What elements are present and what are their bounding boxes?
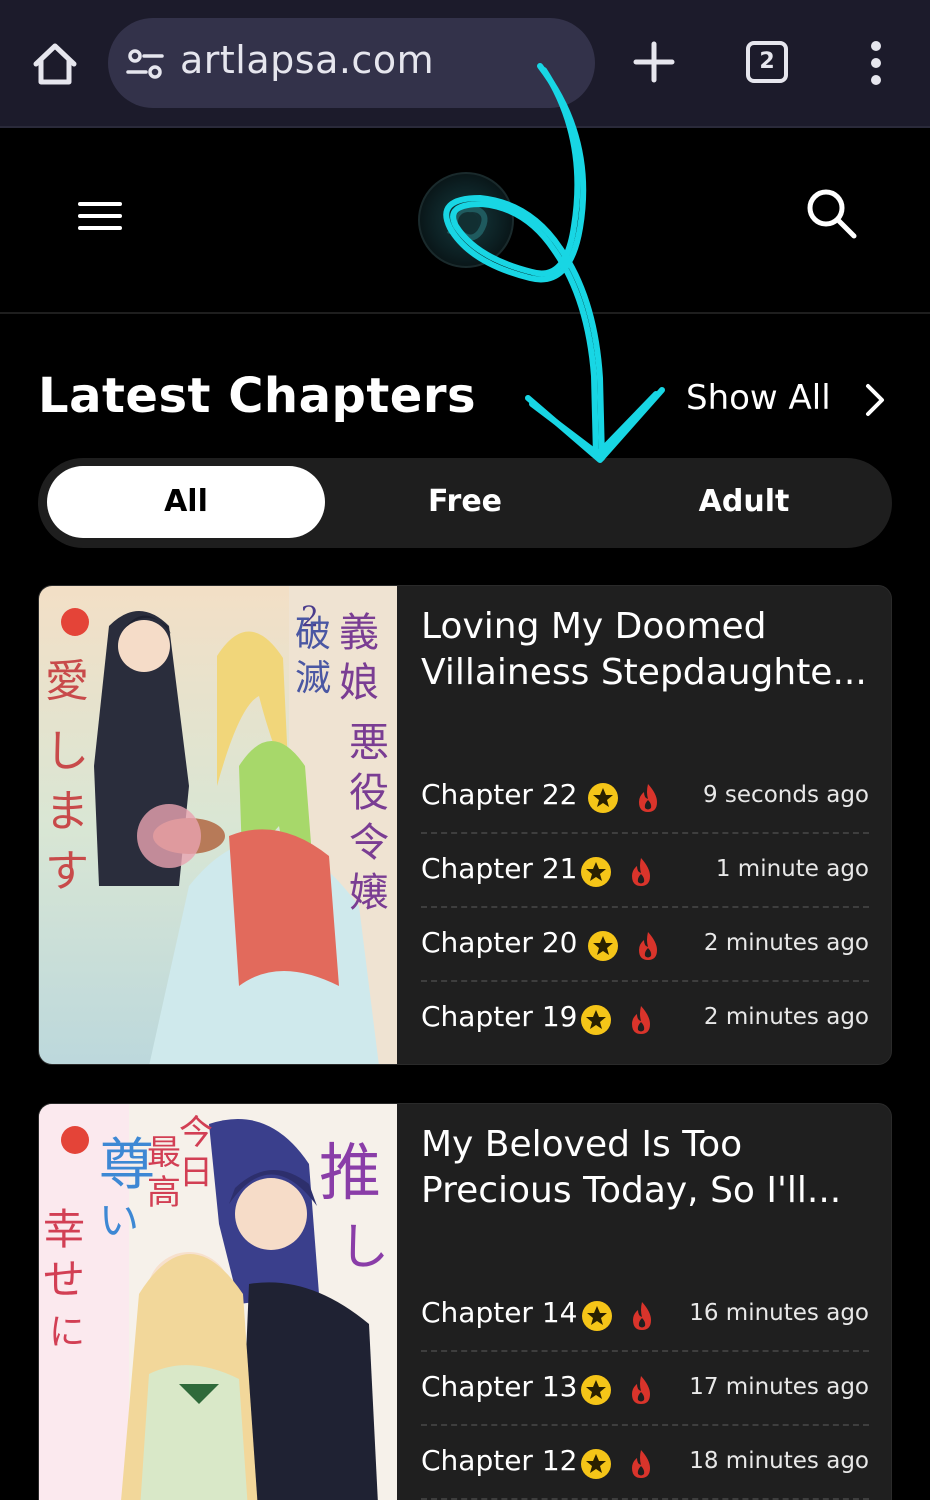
chapter-time: 16 minutes ago — [689, 1300, 869, 1326]
chapter-label: Chapter 12 — [421, 1444, 578, 1477]
svg-text:滅: 滅 — [295, 658, 331, 699]
star-badge-icon — [582, 1301, 612, 1331]
chapter-time: 1 minute ago — [715, 856, 869, 882]
tune-icon[interactable] — [126, 48, 164, 80]
svg-text:尊: 尊 — [99, 1133, 155, 1198]
svg-text:幸: 幸 — [43, 1205, 85, 1254]
svg-text:す: す — [45, 846, 89, 897]
svg-text:し: し — [45, 726, 89, 777]
address-bar[interactable]: artlapsa.com — [108, 18, 595, 108]
fire-badge-icon — [632, 1450, 650, 1478]
tab-all[interactable]: All — [47, 466, 325, 538]
chapter-label: Chapter 14 — [421, 1296, 578, 1329]
chapter-row[interactable]: Chapter 13 17 minutes ago — [421, 1352, 869, 1426]
fire-badge-icon — [639, 932, 657, 960]
hamburger-icon[interactable] — [78, 202, 122, 238]
browser-menu-button[interactable] — [862, 38, 890, 88]
svg-text:嬢: 嬢 — [349, 870, 389, 916]
chapter-time: 17 minutes ago — [689, 1374, 869, 1400]
manga-title[interactable]: My Beloved Is Too Precious Today, So I'l… — [421, 1122, 871, 1214]
chapter-label: Chapter 20 — [421, 926, 578, 959]
svg-text:し: し — [339, 1218, 389, 1276]
svg-text:推: 推 — [319, 1136, 381, 1209]
chapter-time: 2 minutes ago — [703, 930, 869, 956]
plus-icon — [633, 41, 675, 83]
search-icon — [807, 189, 857, 239]
star-badge-icon — [588, 783, 618, 813]
chapter-label: Chapter 21 — [421, 852, 578, 885]
fire-badge-icon — [632, 1006, 650, 1034]
tab-free[interactable]: Free — [326, 466, 604, 538]
manga-title[interactable]: Loving My Doomed Villainess Stepdaughte.… — [421, 604, 871, 696]
chapter-row[interactable]: Chapter 12 18 minutes ago — [421, 1426, 869, 1500]
search-button[interactable] — [804, 186, 858, 240]
svg-text:悪: 悪 — [349, 720, 389, 766]
chapter-row[interactable]: Chapter 19 2 minutes ago — [421, 982, 869, 1056]
chapter-time: 2 minutes ago — [703, 1004, 869, 1030]
url-text: artlapsa.com — [180, 38, 435, 82]
fire-badge-icon — [632, 1376, 650, 1404]
tab-switcher-button[interactable]: 2 — [746, 41, 788, 83]
star-badge-icon — [581, 857, 611, 887]
show-all-link[interactable]: Show All — [686, 378, 831, 418]
chapter-label: Chapter 13 — [421, 1370, 578, 1403]
new-tab-button[interactable] — [632, 40, 676, 84]
chapter-row[interactable]: Chapter 22 9 seconds ago — [421, 760, 869, 834]
manga-cover-image[interactable]: 2 義 娘 破 滅 悪 役 令 嬢 愛 し ま す — [39, 586, 397, 1064]
svg-text:せ: せ — [43, 1255, 85, 1304]
browser-toolbar: artlapsa.com 2 — [0, 0, 930, 128]
fire-badge-icon — [632, 858, 650, 886]
tab-adult[interactable]: Adult — [605, 466, 883, 538]
manga-card[interactable]: 今 日 最 高 推 し 尊 い 幸 せ に My Beloved Is Too … — [38, 1103, 892, 1500]
svg-text:日: 日 — [179, 1153, 213, 1193]
site-header — [0, 130, 930, 314]
svg-text:に: に — [49, 1312, 85, 1353]
svg-text:い: い — [99, 1198, 139, 1244]
svg-text:愛: 愛 — [45, 656, 89, 707]
star-badge-icon — [581, 1375, 611, 1405]
tab-count: 2 — [759, 49, 775, 74]
chapter-row[interactable]: Chapter 14 16 minutes ago — [421, 1278, 869, 1352]
manga-cover-image[interactable]: 今 日 最 高 推 し 尊 い 幸 せ に — [39, 1104, 397, 1500]
chevron-right-icon[interactable] — [862, 382, 888, 418]
svg-text:娘: 娘 — [339, 660, 379, 706]
svg-text:令: 令 — [349, 820, 389, 866]
star-badge-icon — [581, 1005, 611, 1035]
manga-card[interactable]: 2 義 娘 破 滅 悪 役 令 嬢 愛 し ま す Loving My Doom… — [38, 585, 892, 1065]
svg-text:役: 役 — [349, 770, 389, 816]
svg-text:義: 義 — [339, 610, 379, 656]
chapter-label: Chapter 19 — [421, 1000, 578, 1033]
home-button[interactable] — [30, 40, 80, 88]
filter-tabs: All Free Adult — [38, 458, 892, 548]
star-badge-icon — [581, 1449, 611, 1479]
fire-badge-icon — [639, 784, 657, 812]
svg-text:今: 今 — [179, 1113, 213, 1153]
chapter-row[interactable]: Chapter 20 2 minutes ago — [421, 908, 869, 982]
chapter-time: 9 seconds ago — [702, 782, 869, 808]
chapter-row[interactable]: Chapter 21 1 minute ago — [421, 834, 869, 908]
home-icon — [33, 43, 77, 85]
chapter-label: Chapter 22 — [421, 778, 578, 811]
section-title: Latest Chapters — [38, 368, 477, 424]
chapter-time: 18 minutes ago — [689, 1448, 869, 1474]
svg-text:破: 破 — [295, 614, 331, 655]
fire-badge-icon — [633, 1302, 651, 1330]
svg-text:ま: ま — [45, 786, 89, 837]
site-logo[interactable] — [418, 172, 514, 268]
more-vert-icon — [871, 41, 881, 85]
star-badge-icon — [588, 931, 618, 961]
